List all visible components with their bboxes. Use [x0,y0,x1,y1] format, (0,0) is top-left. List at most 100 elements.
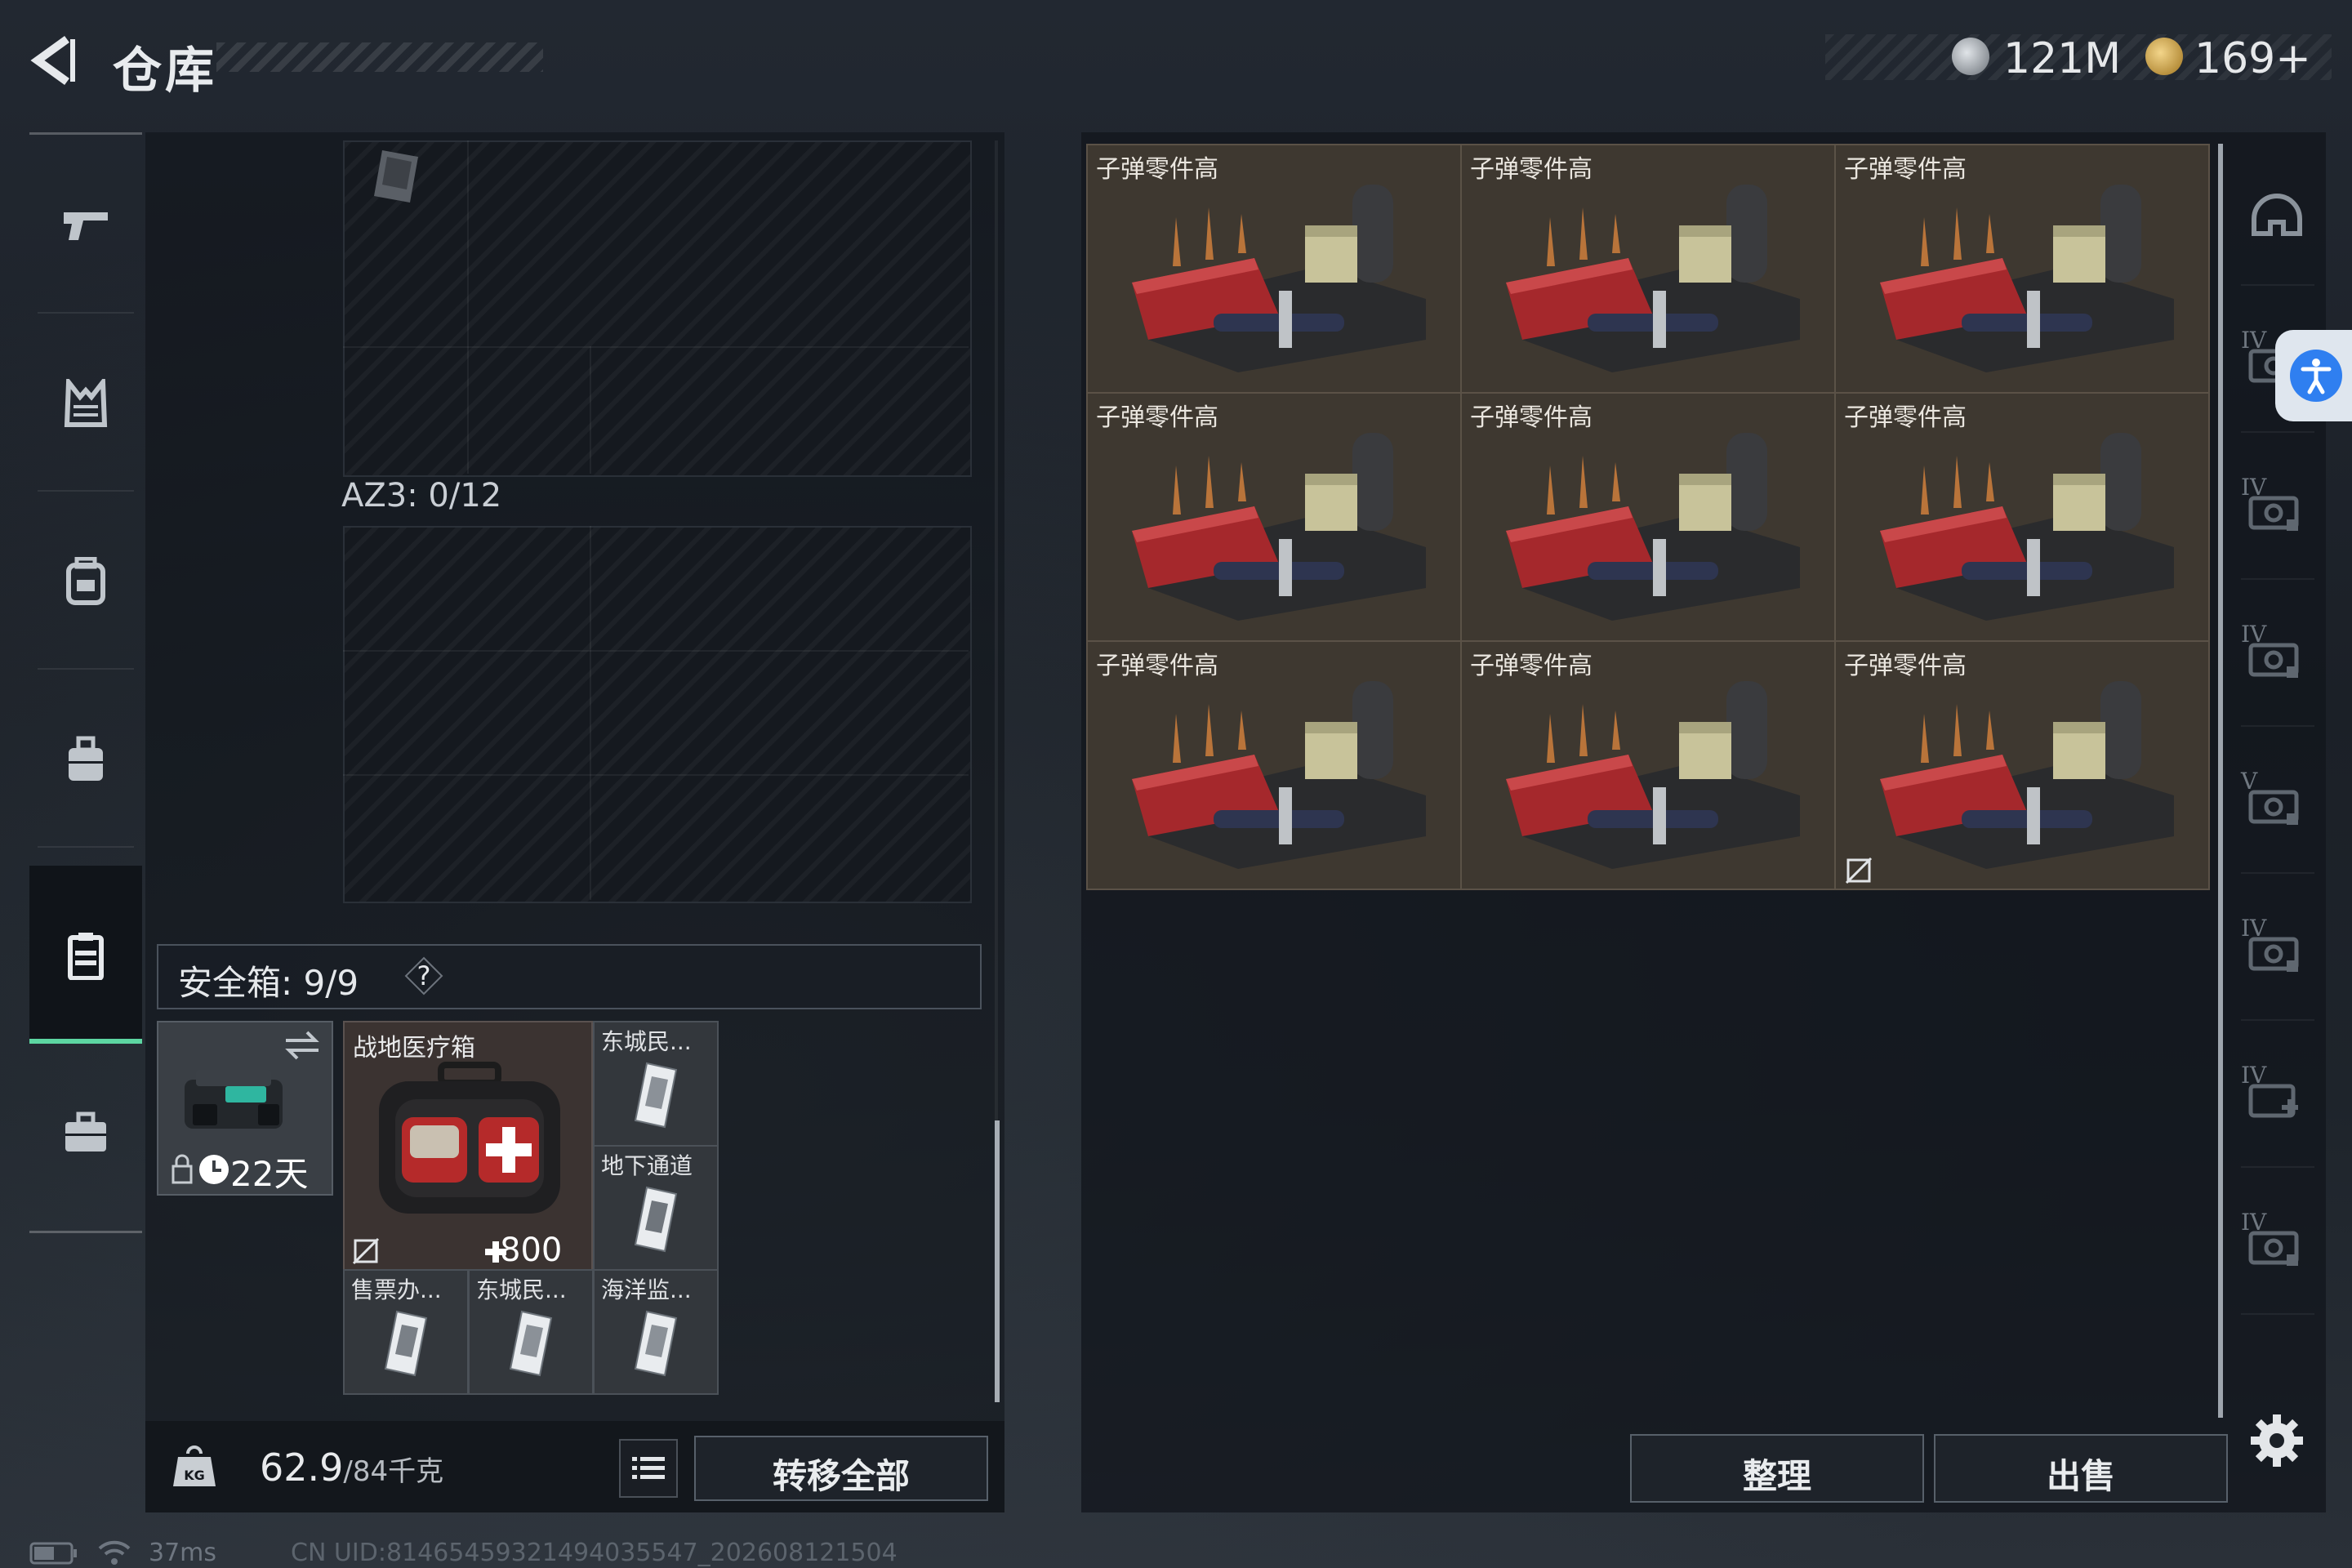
nav-item-bag[interactable] [29,670,142,848]
grid-line [467,140,469,474]
safe-box-label: 安全箱: 9/9 [178,963,359,1003]
filter-rail: IV IV IV V IV IV IV [2230,132,2326,1398]
key-item[interactable]: 东城民... [468,1269,594,1395]
magazine-icon [374,150,418,203]
medkit-name: 战地医疗箱 [353,1034,475,1062]
nav-divider-top [29,132,142,135]
stash-scrollbar[interactable] [2218,144,2223,1418]
rail-filter-electronics[interactable]: V [2230,728,2326,874]
transfer-all-button[interactable]: 转移全部 [694,1436,988,1501]
help-button[interactable]: ? [403,956,444,996]
az3-capacity-label: AZ3: 0/12 [341,477,502,514]
sell-label: 出售 [2046,1456,2115,1496]
grid-line [343,774,969,776]
stash-item[interactable]: 子弹零件高 [1460,392,1836,642]
az3-grid[interactable] [343,526,972,903]
list-view-button[interactable] [619,1439,678,1498]
category-nav [29,132,142,1235]
help-icon: ? [404,956,443,996]
medkit-durability: 800 [500,1232,563,1269]
key-name: 东城民... [601,1028,692,1055]
swap-icon [285,1031,319,1060]
key-item[interactable]: 售票办... [343,1269,469,1395]
stash-item[interactable]: 子弹零件高 [1086,144,1462,394]
stash-item[interactable]: 子弹零件高 [1086,640,1462,890]
rail-filter-medical[interactable]: IV [2230,1022,2326,1168]
back-button[interactable] [24,31,82,90]
key-item[interactable]: 海洋监... [593,1269,719,1395]
status-bar: 37ms CN UID:8146545932149403554​7_202608… [29,1535,1009,1568]
keycard-icon [634,1062,678,1129]
nav-divider-bottom [29,1231,142,1233]
battery-icon [29,1542,77,1565]
nav-item-backpack[interactable] [29,492,142,670]
first-aid-kit-icon [379,1062,560,1214]
grid-line [590,526,591,900]
keycard-icon [509,1310,553,1377]
stash-item[interactable]: 子弹零件高 [1834,640,2210,890]
clock-icon [199,1155,229,1184]
stash-item[interactable]: 子弹零件高 [1834,392,2210,642]
currency-bar: 121M 169+ [1825,34,2332,83]
svg-text:KG: KG [184,1468,205,1483]
coin-amount: 121M [2003,34,2122,83]
stash-item[interactable]: 子弹零件高 [1460,144,1836,394]
nav-item-container[interactable] [29,866,142,1044]
rail-filter-electronics[interactable]: IV [2230,581,2326,727]
user-id: CN UID:8146545932149403554​7_20260812150… [291,1539,898,1567]
key-item[interactable]: 东城民... [593,1021,719,1147]
key-item[interactable]: 地下通道 [593,1145,719,1271]
keycard-icon [634,1310,678,1377]
ammo-parts-crate-icon [1132,681,1426,869]
accessibility-icon [2290,350,2342,402]
case-days-remaining: 22天 [230,1154,309,1194]
coin-icon [1952,38,1989,75]
ping-readout: 37ms [149,1539,217,1567]
key-name: 东城民... [476,1276,567,1303]
rig-item[interactable] [359,145,433,206]
page-title: 仓库 [113,42,217,100]
electronics-icon [2248,790,2299,825]
stash-item[interactable]: 子弹零件高 [1086,392,1462,642]
nav-item-armor[interactable] [29,314,142,492]
loadout-scrollbar[interactable] [995,1120,1000,1402]
accessibility-button[interactable] [2275,330,2352,421]
rail-filter-misc[interactable]: IV [2230,1169,2326,1315]
warehouse-screen: 仓库 121M 169+ AZ3: 0/12 安全箱: 9/9 ? 22天 战地… [0,0,2352,1568]
bag-icon [69,736,103,781]
page-title-group: 仓库 [98,31,555,100]
weight-readout: 62.9/84千克 [260,1446,443,1490]
rail-filter-tools[interactable]: IV [2230,434,2326,580]
settings-button[interactable] [2247,1411,2306,1470]
weight-bar: KG 62.9/84千克 转移全部 [145,1421,1004,1512]
sort-button[interactable]: 整理 [1630,1434,1924,1503]
ammo-parts-crate-icon [1506,681,1800,869]
no-insure-icon [352,1237,380,1265]
nav-item-weapons[interactable] [29,136,142,314]
key-name: 地下通道 [601,1152,693,1179]
rig-grid[interactable] [343,140,972,477]
lock-icon [172,1154,193,1184]
rail-filter-parts[interactable]: IV [2230,875,2326,1021]
svg-text:?: ? [417,960,431,991]
title-decoration [216,42,543,72]
gear-icon [2251,1414,2303,1467]
sort-label: 整理 [1742,1456,1811,1496]
secure-case-icon [185,1070,283,1129]
grid-line [343,346,969,348]
keycard-icon [384,1310,428,1377]
no-insure-icon [1845,857,1873,884]
rail-filter-helmet[interactable] [2230,140,2326,286]
stash-item[interactable]: 子弹零件高 [1834,144,2210,394]
key-name: 售票办... [351,1276,442,1303]
misc-icon [2248,1231,2299,1266]
ammo-parts-crate-icon [1880,433,2174,621]
secure-case-slot[interactable]: 22天 [157,1021,333,1196]
container-icon [68,933,104,980]
sell-button[interactable]: 出售 [1934,1434,2228,1503]
nav-item-case[interactable] [29,1044,142,1222]
medkit-item[interactable]: 战地医疗箱 800 [343,1021,593,1271]
gold-amount: 169+ [2194,34,2311,83]
stash-item[interactable]: 子弹零件高 [1460,640,1836,890]
weight-max: /84千克 [343,1455,444,1488]
